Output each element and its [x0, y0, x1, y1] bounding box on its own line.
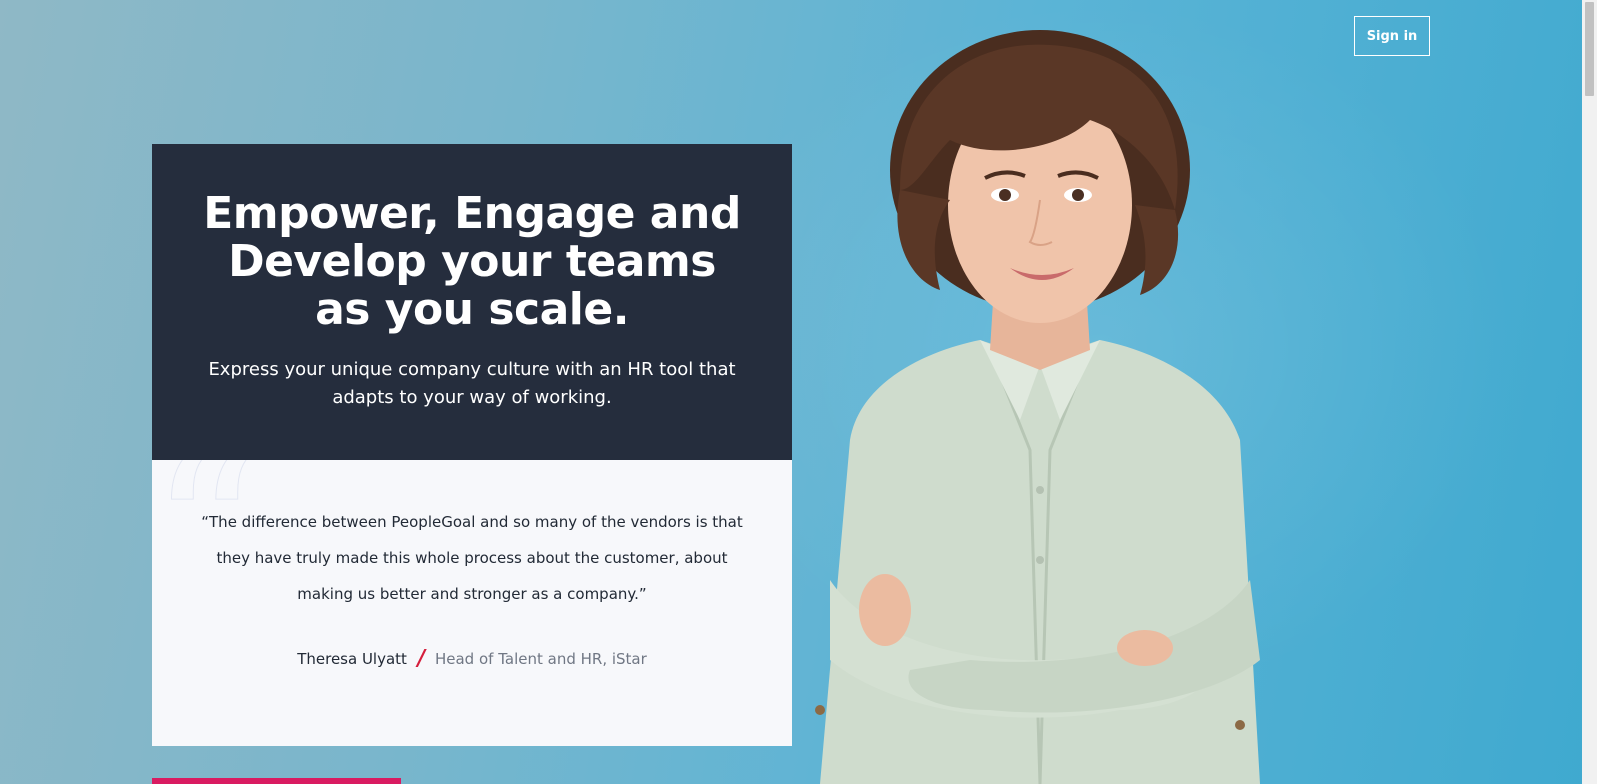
- vertical-scrollbar[interactable]: [1582, 0, 1597, 784]
- testimonial-card: “ “The difference between PeopleGoal and…: [152, 460, 792, 746]
- author-role: Head of Talent and HR, iStar: [434, 649, 647, 668]
- hero-title: Empower, Engage and Develop your teams a…: [203, 188, 741, 335]
- scrollbar-thumb[interactable]: [1585, 2, 1594, 96]
- cta-button[interactable]: [152, 778, 401, 784]
- hero-card: Empower, Engage and Develop your teams a…: [152, 144, 792, 460]
- hero-subtitle: Express your unique company culture with…: [208, 359, 736, 408]
- hero-person-photo: [815, 30, 1260, 784]
- testimonial-author: Theresa Ulyatt / Head of Talent and HR, …: [152, 646, 792, 671]
- author-separator: /: [414, 646, 428, 671]
- landing-page: Sign in Empower, Engage and Develop your…: [0, 0, 1597, 784]
- author-name: Theresa Ulyatt: [297, 649, 407, 668]
- testimonial-quote: “The difference between PeopleGoal and s…: [201, 513, 743, 603]
- sign-in-button[interactable]: Sign in: [1354, 16, 1430, 56]
